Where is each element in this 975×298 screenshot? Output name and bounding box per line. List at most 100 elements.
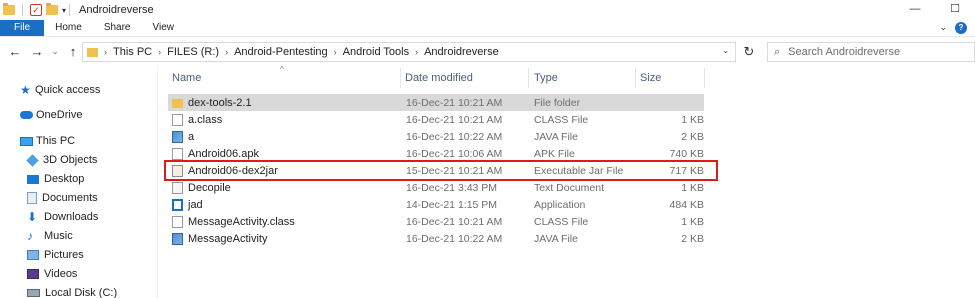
local-disk-icon (27, 289, 40, 297)
file-type: JAVA File (534, 130, 578, 143)
file-size: 484 KB (669, 198, 704, 211)
table-row[interactable]: jad 14-Dec-21 1:15 PM Application 484 KB (168, 196, 704, 213)
tab-view[interactable]: View (142, 20, 186, 36)
column-divider[interactable] (528, 68, 529, 88)
column-header-size[interactable]: Size (640, 72, 661, 84)
breadcrumb-separator-icon[interactable]: › (334, 47, 337, 57)
file-list: ^ Name Date modified Type Size dex-tools… (162, 65, 975, 298)
breadcrumb-separator-icon[interactable]: › (225, 47, 228, 57)
nav-label: Documents (42, 192, 98, 204)
file-size: 1 KB (681, 215, 704, 228)
up-arrow-icon[interactable]: ↑ (62, 44, 84, 59)
table-row[interactable]: Decopile 16-Dec-21 3:43 PM Text Document… (168, 179, 704, 196)
column-header-name[interactable]: Name (172, 72, 201, 84)
3d-objects-icon (26, 153, 39, 167)
onedrive-cloud-icon (20, 111, 33, 119)
file-name: Decopile (188, 181, 231, 194)
pictures-icon (27, 250, 39, 260)
column-divider[interactable] (704, 68, 705, 88)
file-name: Android06.apk (188, 147, 259, 160)
breadcrumb-android-tools[interactable]: Android Tools (343, 46, 409, 58)
table-row[interactable]: a 16-Dec-21 10:22 AM JAVA File 2 KB (168, 128, 704, 145)
nav-documents[interactable]: Documents (27, 192, 98, 204)
tab-file[interactable]: File (0, 20, 45, 36)
nav-label: This PC (36, 135, 76, 147)
quick-access-dropdown-icon[interactable]: ▾ (62, 6, 66, 15)
nav-label: Downloads (44, 211, 99, 223)
back-arrow-icon[interactable]: ← (4, 44, 26, 59)
pane-divider[interactable] (157, 66, 158, 298)
search-box[interactable]: ⌕ (767, 42, 975, 62)
documents-icon (27, 192, 37, 204)
nav-label: Quick access (35, 84, 101, 96)
folder-icon (3, 3, 15, 15)
forward-arrow-icon[interactable]: → (26, 44, 48, 59)
file-type: APK File (534, 147, 575, 160)
column-divider[interactable] (635, 68, 636, 88)
properties-check-icon[interactable]: ✓ (30, 4, 42, 16)
nav-pictures[interactable]: Pictures (27, 249, 84, 261)
nav-downloads[interactable]: ⬇ Downloads (27, 211, 98, 223)
nav-label: 3D Objects (43, 154, 98, 166)
tab-share[interactable]: Share (93, 20, 142, 36)
file-name: a (188, 130, 195, 143)
date-modified: 14-Dec-21 1:15 PM (406, 198, 498, 211)
address-bar[interactable]: › This PC › FILES (R:) › Android-Pentest… (82, 42, 736, 62)
folder-icon (172, 98, 183, 108)
class-file-icon (172, 215, 183, 228)
breadcrumb-files-drive[interactable]: FILES (R:) (167, 46, 219, 58)
search-icon: ⌕ (774, 45, 781, 58)
nav-music[interactable]: ♪ Music (27, 230, 73, 242)
table-row[interactable]: MessageActivity.class 16-Dec-21 10:21 AM… (168, 213, 704, 230)
column-divider[interactable] (400, 68, 401, 88)
table-row[interactable]: dex-tools-2.1 16-Dec-21 10:21 AM File fo… (168, 94, 704, 111)
nav-label: Videos (44, 268, 78, 280)
nav-onedrive[interactable]: OneDrive (20, 109, 82, 121)
expand-ribbon-icon[interactable]: ⌄ (939, 22, 947, 34)
nav-desktop[interactable]: Desktop (27, 173, 84, 185)
class-file-icon (172, 113, 183, 126)
nav-label: Local Disk (C:) (45, 287, 118, 298)
table-row[interactable]: MessageActivity 16-Dec-21 10:22 AM JAVA … (168, 230, 704, 247)
breadcrumb-this-pc[interactable]: This PC (113, 46, 152, 58)
title-divider (69, 4, 71, 16)
breadcrumb-separator-icon[interactable]: › (104, 47, 107, 57)
breadcrumb-androidreverse[interactable]: Androidreverse (424, 46, 499, 58)
file-type: Application (534, 198, 586, 211)
title-bar: ✓ ▾ Androidreverse — ☐ (0, 0, 975, 20)
refresh-icon[interactable]: ↻ (738, 42, 760, 62)
file-type: Text Document (534, 181, 605, 194)
date-modified: 16-Dec-21 10:06 AM (406, 147, 503, 160)
sort-ascending-icon: ^ (280, 65, 284, 74)
column-header-date-modified[interactable]: Date modified (405, 72, 473, 84)
date-modified: 16-Dec-21 10:21 AM (406, 215, 503, 228)
minimize-button[interactable]: — (895, 0, 935, 20)
nav-this-pc[interactable]: This PC (20, 135, 75, 147)
date-modified: 16-Dec-21 3:43 PM (406, 181, 498, 194)
music-icon: ♪ (27, 229, 33, 243)
file-name: MessageActivity.class (188, 215, 295, 228)
nav-3d-objects[interactable]: 3D Objects (26, 153, 98, 167)
table-row[interactable]: a.class 16-Dec-21 10:21 AM CLASS File 1 … (168, 111, 704, 128)
new-folder-icon[interactable] (46, 3, 58, 15)
nav-local-disk[interactable]: Local Disk (C:) (27, 287, 117, 298)
file-type: JAVA File (534, 232, 578, 245)
tab-home[interactable]: Home (44, 20, 93, 36)
nav-videos[interactable]: Videos (27, 268, 77, 280)
file-name: MessageActivity (188, 232, 268, 245)
breadcrumb-android-pentesting[interactable]: Android-Pentesting (234, 46, 328, 58)
maximize-button[interactable]: ☐ (935, 0, 975, 20)
help-icon[interactable]: ? (955, 22, 967, 34)
address-dropdown-icon[interactable]: ⌄ (722, 46, 729, 55)
breadcrumb-separator-icon[interactable]: › (415, 47, 418, 57)
recent-locations-chevron-icon[interactable]: ⌄ (48, 46, 62, 57)
column-header-type[interactable]: Type (534, 72, 558, 84)
toolbar-divider (22, 4, 23, 16)
file-type: File folder (534, 96, 581, 109)
nav-quick-access[interactable]: ★ Quick access (20, 84, 100, 96)
file-type: CLASS File (534, 113, 589, 126)
nav-label: Music (44, 230, 73, 242)
nav-label: Pictures (44, 249, 84, 261)
breadcrumb-separator-icon[interactable]: › (158, 47, 161, 57)
search-input[interactable] (788, 46, 959, 58)
